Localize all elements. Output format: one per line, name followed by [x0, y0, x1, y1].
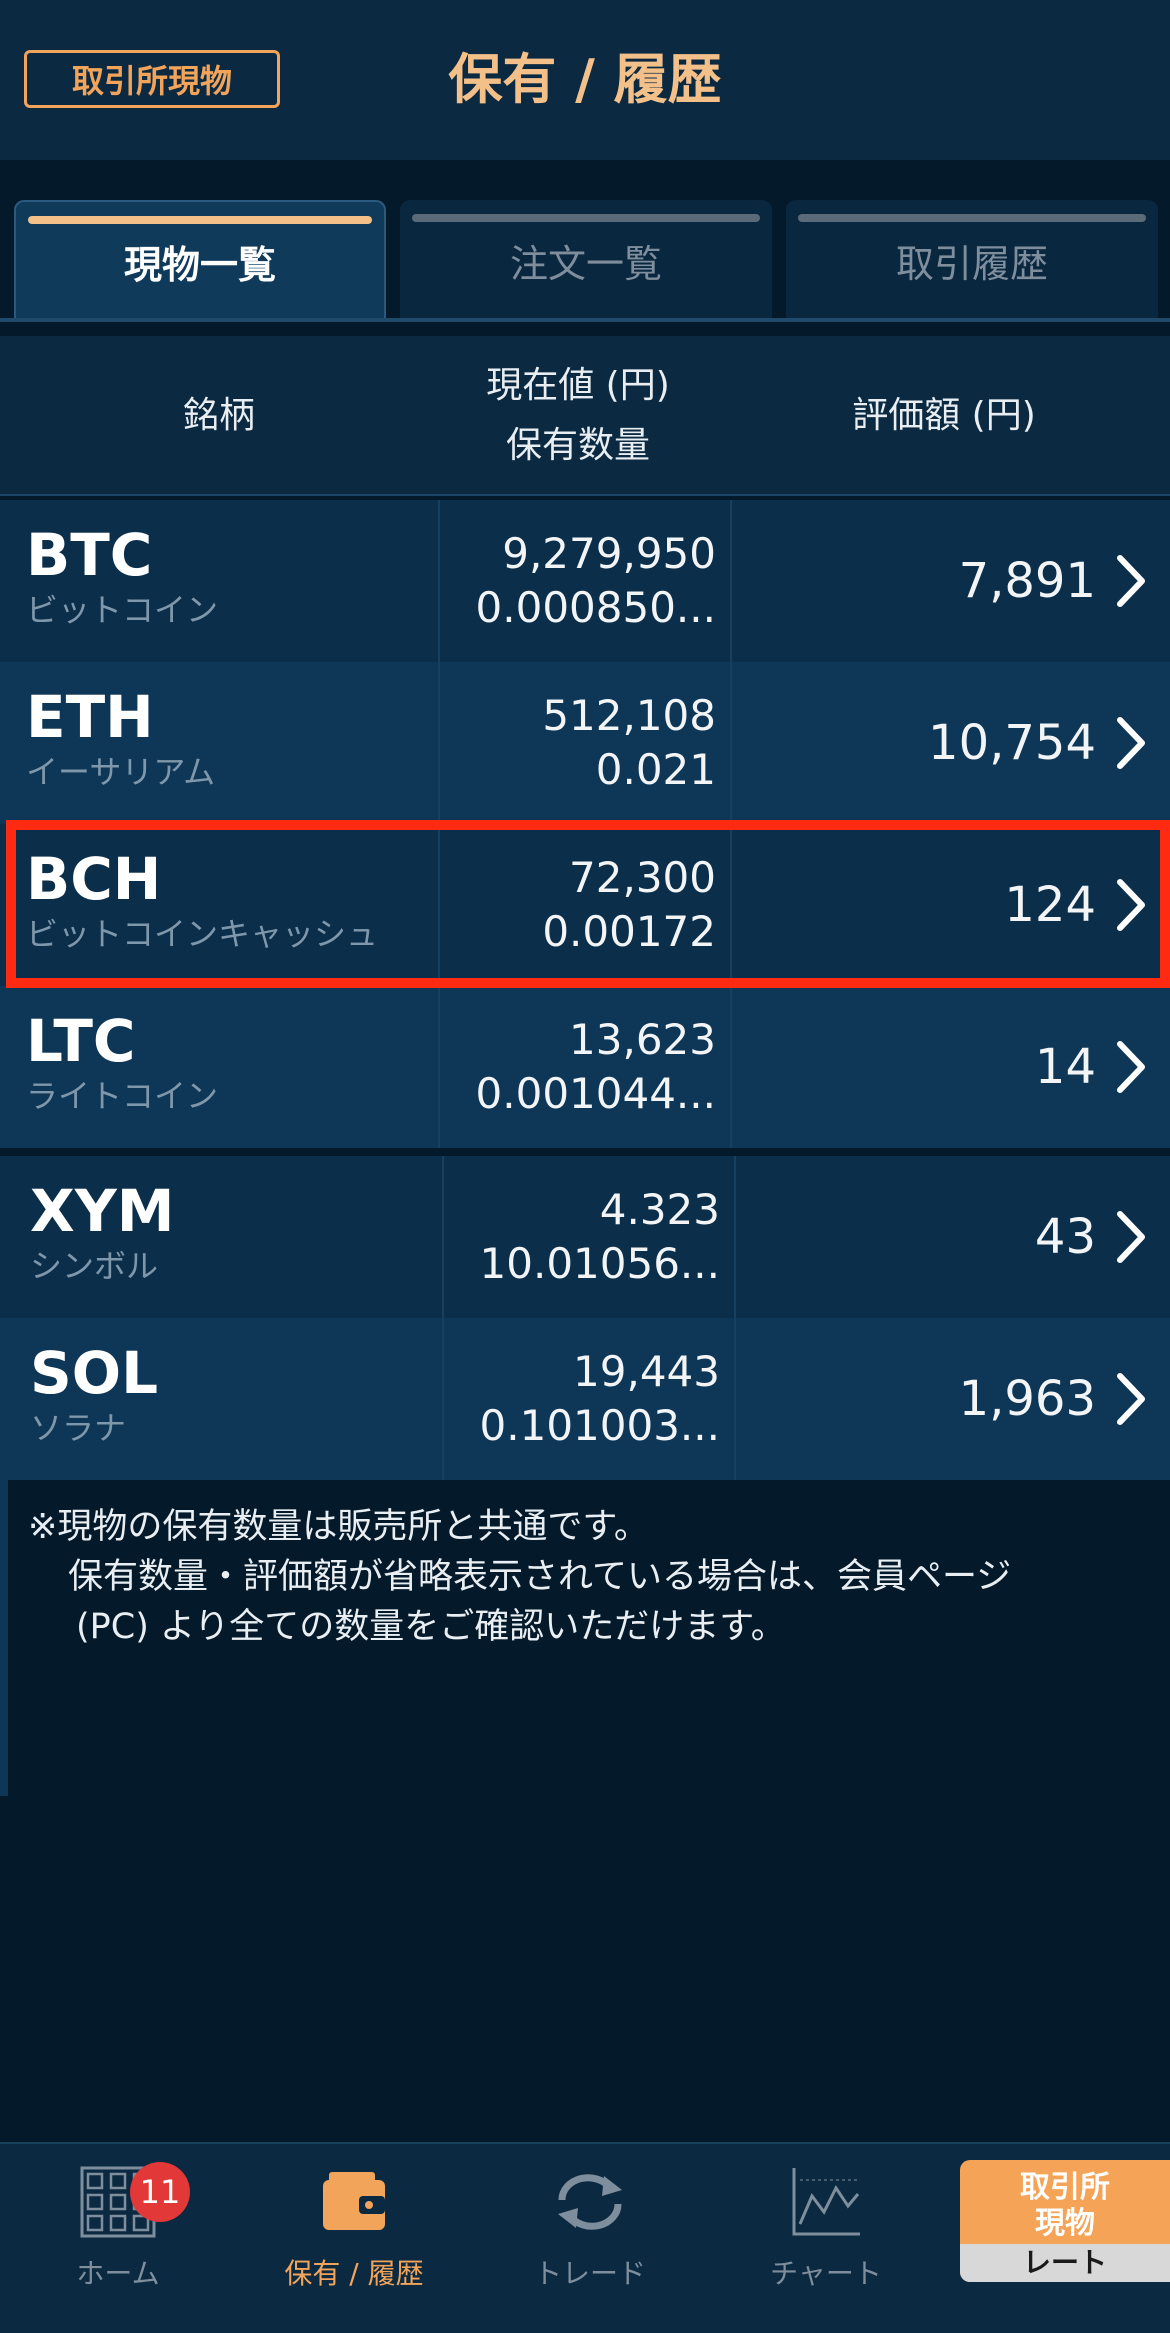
- asset-name-cell: SOL ソラナ: [30, 1340, 158, 1450]
- valuation: 7,891: [958, 553, 1096, 609]
- rate-button-title: 取引所 現物: [960, 2170, 1170, 2242]
- refresh-icon: [545, 2162, 635, 2242]
- holding-quantity: 0.101003...: [479, 1401, 720, 1450]
- column-label: 評価額 (円): [852, 395, 1036, 436]
- footnote-line: ※現物の保有数量は販売所と共通です。: [28, 1507, 649, 1547]
- asset-symbol: SOL: [30, 1339, 159, 1407]
- nav-trade[interactable]: トレード: [490, 2162, 690, 2322]
- asset-name-cell: BCH ビットコインキャッシュ: [26, 846, 378, 956]
- tab-indicator: [28, 216, 372, 224]
- page-title: 保有 / 履歴: [448, 48, 722, 111]
- footnote: ※現物の保有数量は販売所と共通です。 保有数量・評価額が省略表示されている場合は…: [28, 1502, 1158, 1652]
- column-header-symbol: 銘柄: [0, 336, 438, 496]
- table-row-ltc[interactable]: LTC ライトコイン 13,623 0.001044... 14: [0, 986, 1170, 1148]
- side-accent: [0, 1480, 8, 1796]
- holding-quantity: 10.01056...: [479, 1239, 720, 1288]
- asset-symbol: ETH: [26, 683, 154, 751]
- asset-name: シンボル: [30, 1247, 159, 1285]
- tab-trade-history[interactable]: 取引履歴: [786, 200, 1158, 320]
- tab-divider: [0, 318, 1170, 322]
- table-header: 銘柄 現在値 (円) 保有数量 評価額 (円): [0, 336, 1170, 496]
- current-price: 512,108: [542, 691, 716, 740]
- tab-indicator: [412, 214, 760, 222]
- holding-quantity: 0.000850...: [475, 583, 716, 632]
- current-price: 13,623: [569, 1015, 716, 1064]
- notification-badge: 11: [130, 2162, 190, 2222]
- nav-holdings-history[interactable]: 保有 / 履歴: [254, 2162, 454, 2322]
- nav-label: チャート: [770, 2257, 882, 2290]
- chevron-right-icon[interactable]: [1110, 824, 1152, 986]
- exchange-rate-button[interactable]: 取引所 現物 レート: [960, 2160, 1170, 2282]
- price-quantity-cell: 19,443 0.101003...: [442, 1318, 736, 1480]
- holding-quantity: 0.00172: [542, 907, 716, 956]
- asset-name: イーサリアム: [26, 753, 216, 791]
- asset-name: ライトコイン: [26, 1077, 219, 1115]
- asset-symbol: BCH: [26, 845, 162, 913]
- valuation: 10,754: [928, 715, 1096, 771]
- chevron-right-icon[interactable]: [1110, 1156, 1152, 1318]
- tab-order-list[interactable]: 注文一覧: [400, 200, 772, 320]
- app-header: 取引所現物 保有 / 履歴: [0, 0, 1170, 160]
- price-quantity-cell: 9,279,950 0.000850...: [438, 500, 732, 662]
- table-row-xym[interactable]: XYM シンボル 4.323 10.01056... 43: [0, 1156, 1170, 1318]
- valuation: 14: [1034, 1039, 1096, 1095]
- rate-button-line: 取引所: [1020, 2170, 1110, 2205]
- tab-label: 取引履歴: [895, 241, 1048, 286]
- chevron-right-icon[interactable]: [1110, 1318, 1152, 1480]
- chevron-right-icon[interactable]: [1110, 500, 1152, 662]
- asset-name-cell: LTC ライトコイン: [26, 1008, 218, 1118]
- tab-spot-list[interactable]: 現物一覧: [14, 200, 386, 320]
- asset-name: ビットコインキャッシュ: [26, 915, 379, 953]
- price-quantity-cell: 72,300 0.00172: [438, 824, 732, 986]
- nav-label: ホーム: [76, 2257, 160, 2290]
- chevron-right-icon[interactable]: [1110, 986, 1152, 1148]
- nav-chart[interactable]: チャート: [726, 2162, 926, 2322]
- asset-name-cell: ETH イーサリアム: [26, 684, 215, 794]
- nav-home[interactable]: ホーム 11: [18, 2162, 218, 2322]
- price-quantity-cell: 13,623 0.001044...: [438, 986, 732, 1148]
- asset-symbol: LTC: [26, 1007, 136, 1075]
- nav-label: トレード: [533, 2257, 646, 2290]
- asset-name-cell: XYM シンボル: [30, 1178, 174, 1288]
- valuation: 43: [1034, 1209, 1096, 1265]
- column-header-price: 現在値 (円) 保有数量: [438, 336, 718, 496]
- tab-label: 現物一覧: [123, 242, 276, 287]
- footnote-line: (PC) より全ての数量をご確認いただけます。: [76, 1607, 786, 1647]
- table-row-bch[interactable]: BCH ビットコインキャッシュ 72,300 0.00172 124: [0, 824, 1170, 986]
- holding-quantity: 0.001044...: [475, 1069, 716, 1118]
- table-row-sol[interactable]: SOL ソラナ 19,443 0.101003... 1,963: [0, 1318, 1170, 1480]
- wallet-icon: [309, 2162, 399, 2242]
- asset-name: ビットコイン: [26, 591, 219, 629]
- column-header-value: 評価額 (円): [734, 336, 1154, 496]
- table-row-eth[interactable]: ETH イーサリアム 512,108 0.021 10,754: [0, 662, 1170, 824]
- price-quantity-cell: 4.323 10.01056...: [442, 1156, 736, 1318]
- tab-bar: 現物一覧 注文一覧 取引履歴: [0, 160, 1170, 320]
- holding-quantity: 0.021: [595, 745, 716, 794]
- column-label: 保有数量: [505, 425, 650, 466]
- current-price: 4.323: [599, 1185, 720, 1234]
- valuation: 124: [1004, 877, 1096, 933]
- current-price: 72,300: [569, 853, 716, 902]
- asset-symbol: XYM: [30, 1177, 175, 1245]
- tab-indicator: [798, 214, 1146, 222]
- footnote-line: 保有数量・評価額が省略表示されている場合は、会員ページ: [68, 1557, 1012, 1597]
- price-quantity-cell: 512,108 0.021: [438, 662, 732, 824]
- chart-icon: [781, 2162, 871, 2242]
- table-row-btc[interactable]: BTC ビットコイン 9,279,950 0.000850... 7,891: [0, 500, 1170, 662]
- asset-name-cell: BTC ビットコイン: [26, 522, 218, 632]
- current-price: 9,279,950: [502, 529, 716, 578]
- column-label: 現在値 (円): [486, 365, 670, 406]
- chevron-right-icon[interactable]: [1110, 662, 1152, 824]
- asset-symbol: BTC: [26, 521, 153, 589]
- rate-button-line: 現物: [1035, 2206, 1095, 2241]
- nav-label: 保有 / 履歴: [284, 2257, 424, 2290]
- current-price: 19,443: [573, 1347, 720, 1396]
- asset-name: ソラナ: [30, 1409, 127, 1447]
- valuation: 1,963: [958, 1371, 1096, 1427]
- tab-label: 注文一覧: [509, 241, 662, 286]
- rate-button-label: レート: [960, 2244, 1170, 2282]
- column-label: 銘柄: [182, 395, 255, 436]
